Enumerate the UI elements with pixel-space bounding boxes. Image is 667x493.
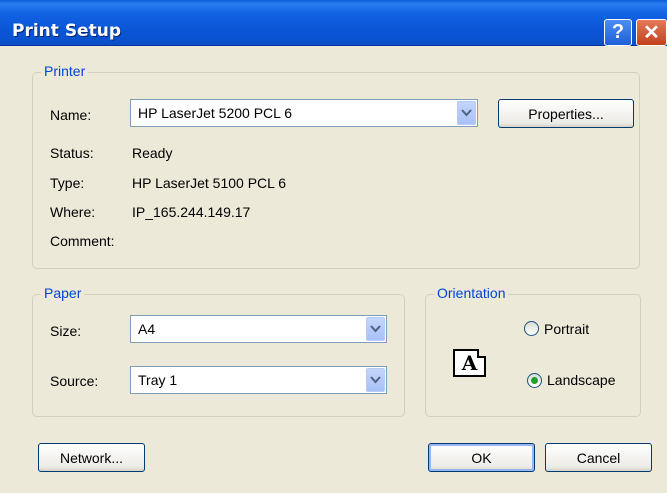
chevron-down-icon[interactable] xyxy=(366,368,385,392)
chevron-down-icon[interactable] xyxy=(457,101,476,125)
help-icon: ? xyxy=(611,21,625,43)
printer-group-label: Printer xyxy=(41,63,89,79)
ok-button[interactable]: OK xyxy=(428,443,535,472)
radio-selected-dot xyxy=(531,377,538,384)
landscape-radio[interactable] xyxy=(527,373,542,388)
paper-size-label: Size: xyxy=(50,323,82,339)
type-value: HP LaserJet 5100 PCL 6 xyxy=(132,175,287,191)
page-letter: A xyxy=(461,351,478,375)
status-label: Status: xyxy=(50,145,94,161)
properties-button-label: Properties... xyxy=(528,105,604,122)
landscape-page-icon: A xyxy=(453,349,486,377)
where-label: Where: xyxy=(50,204,96,220)
paper-group-label: Paper xyxy=(41,285,85,301)
printer-name-select[interactable]: HP LaserJet 5200 PCL 6 xyxy=(130,99,478,127)
paper-source-value: Tray 1 xyxy=(138,372,178,388)
help-button[interactable]: ? xyxy=(604,19,632,46)
cancel-button[interactable]: Cancel xyxy=(545,443,652,472)
orientation-group-label: Orientation xyxy=(434,285,509,301)
printer-name-value: HP LaserJet 5200 PCL 6 xyxy=(138,105,293,121)
where-value: IP_165.244.149.17 xyxy=(132,204,251,220)
paper-size-select[interactable]: A4 xyxy=(130,315,387,343)
network-button-label: Network... xyxy=(59,449,123,466)
properties-button[interactable]: Properties... xyxy=(498,99,634,128)
comment-label: Comment: xyxy=(50,233,115,249)
paper-size-value: A4 xyxy=(138,321,156,337)
status-value: Ready xyxy=(132,145,173,161)
type-label: Type: xyxy=(50,175,85,191)
network-button[interactable]: Network... xyxy=(38,443,145,472)
portrait-label[interactable]: Portrait xyxy=(544,321,589,337)
paper-source-label: Source: xyxy=(50,373,99,389)
portrait-radio[interactable] xyxy=(524,321,539,336)
title-bar: Print Setup ? ✕ xyxy=(0,0,667,46)
ok-button-label: OK xyxy=(471,449,492,466)
close-button[interactable]: ✕ xyxy=(636,19,667,46)
window-title: Print Setup xyxy=(12,21,121,41)
paper-source-select[interactable]: Tray 1 xyxy=(130,366,387,394)
close-icon: ✕ xyxy=(643,22,660,44)
chevron-down-icon[interactable] xyxy=(366,317,385,341)
printer-name-label: Name: xyxy=(50,107,92,123)
landscape-label[interactable]: Landscape xyxy=(547,372,616,388)
cancel-button-label: Cancel xyxy=(576,449,621,466)
paper-group: Paper xyxy=(32,285,405,417)
